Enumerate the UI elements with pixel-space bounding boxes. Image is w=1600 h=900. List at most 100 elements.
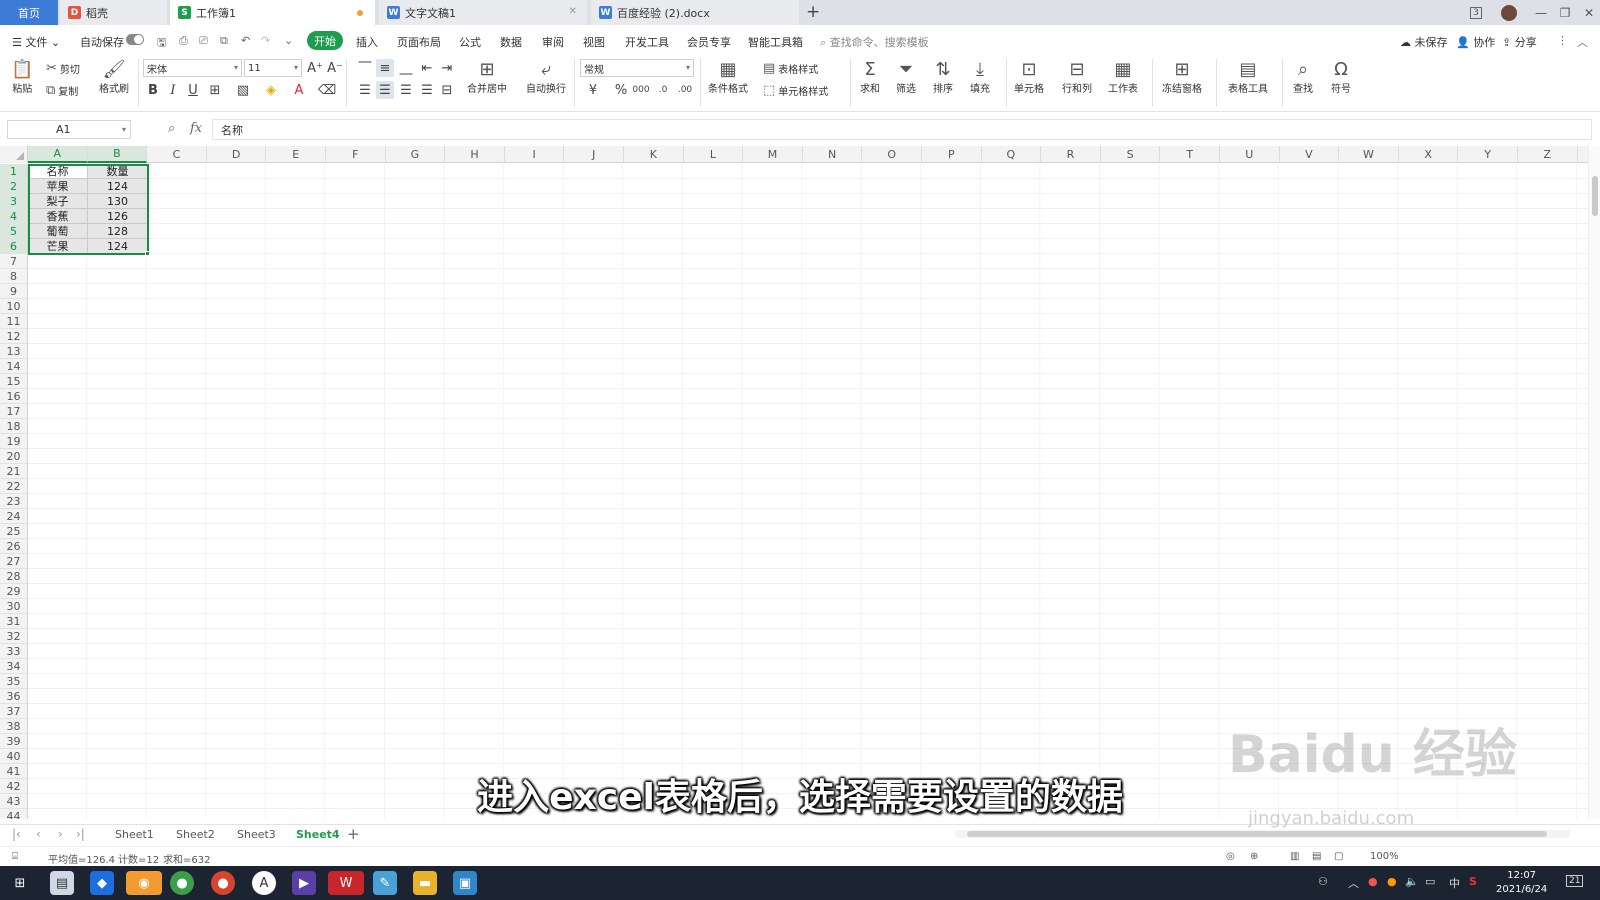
font-color-icon[interactable]: A: [290, 81, 308, 99]
menu-file[interactable]: ☰ 文件 ⌄: [12, 34, 60, 50]
column-header-i[interactable]: I: [505, 146, 565, 163]
scroll-thumb[interactable]: [1592, 176, 1598, 216]
column-header-t[interactable]: T: [1160, 146, 1220, 163]
column-header-e[interactable]: E: [266, 146, 326, 163]
row-header-6[interactable]: 6: [0, 239, 27, 254]
row-header-24[interactable]: 24: [0, 509, 27, 524]
menu-start[interactable]: 开始: [307, 31, 343, 50]
filter-button[interactable]: ⏷ 筛选: [896, 58, 916, 96]
row-header-28[interactable]: 28: [0, 569, 27, 584]
merge-center-button[interactable]: ⊞ 合并居中: [467, 58, 507, 96]
notification-center[interactable]: 21: [1566, 875, 1584, 887]
fill-handle[interactable]: [145, 251, 150, 256]
cell-b2[interactable]: 124: [88, 179, 148, 194]
cell-b3[interactable]: 130: [88, 194, 148, 209]
row-header-8[interactable]: 8: [0, 269, 27, 284]
column-header-o[interactable]: O: [862, 146, 922, 163]
chrome-icon[interactable]: ●: [170, 871, 194, 895]
row-header-11[interactable]: 11: [0, 314, 27, 329]
row-header-29[interactable]: 29: [0, 584, 27, 599]
notes-icon[interactable]: ✎: [373, 871, 397, 895]
cell-a3[interactable]: 梨子: [28, 194, 88, 209]
tab-workbook[interactable]: S 工作簿1: [170, 0, 375, 25]
paste-button[interactable]: 📋 粘贴: [11, 58, 33, 96]
menu-formula[interactable]: 公式: [459, 34, 481, 50]
align-middle-icon[interactable]: ≡: [376, 59, 394, 77]
restore-button[interactable]: ❐: [1552, 0, 1578, 25]
row-header-19[interactable]: 19: [0, 434, 27, 449]
row-header-38[interactable]: 38: [0, 719, 27, 734]
undo-icon[interactable]: ↶: [241, 34, 250, 47]
row-header-36[interactable]: 36: [0, 689, 27, 704]
row-header-5[interactable]: 5: [0, 224, 27, 239]
column-header-f[interactable]: F: [326, 146, 386, 163]
column-header-c[interactable]: C: [147, 146, 207, 163]
redo-icon[interactable]: ↷: [261, 34, 270, 47]
vertical-scrollbar[interactable]: [1588, 146, 1600, 819]
fill-button[interactable]: ⤓ 填充: [970, 58, 990, 96]
unsaved-button[interactable]: ☁ 未保存: [1400, 34, 1448, 50]
new-tab-button[interactable]: +: [806, 2, 820, 22]
sort-button[interactable]: ⇅ 排序: [933, 58, 953, 96]
tray-app2-icon[interactable]: ●: [1387, 875, 1397, 888]
zoom-level[interactable]: 100%: [1370, 851, 1399, 862]
column-header-w[interactable]: W: [1339, 146, 1399, 163]
menu-page-layout[interactable]: 页面布局: [397, 34, 441, 50]
copy-button[interactable]: ⧉ 复制: [46, 83, 78, 98]
tray-chevron-icon[interactable]: ︿: [1348, 875, 1359, 891]
cell-b1[interactable]: 数量: [88, 164, 148, 179]
row-header-10[interactable]: 10: [0, 299, 27, 314]
page-view-icon[interactable]: ▤: [1312, 851, 1321, 862]
row-header-7[interactable]: 7: [0, 254, 27, 269]
tab-doc1[interactable]: W 文字文稿1 ✕: [379, 0, 587, 25]
column-header-v[interactable]: V: [1280, 146, 1340, 163]
justify-icon[interactable]: ☰: [418, 81, 436, 99]
find-button[interactable]: ⌕ 查找: [1293, 58, 1313, 96]
row-header-16[interactable]: 16: [0, 389, 27, 404]
minimize-button[interactable]: —: [1528, 0, 1554, 25]
indent-decrease-icon[interactable]: ⇤: [418, 59, 436, 77]
auto-wrap-button[interactable]: ⤶ 自动换行: [526, 58, 566, 96]
bold-button[interactable]: B: [144, 81, 162, 99]
formula-input[interactable]: 名称: [212, 119, 1592, 140]
tab-daoke[interactable]: D 稻壳: [60, 0, 167, 25]
select-all-button[interactable]: [0, 146, 28, 163]
column-header-n[interactable]: N: [803, 146, 863, 163]
collab-button[interactable]: 👤 协作: [1456, 34, 1495, 50]
save-icon[interactable]: 🖫: [157, 34, 166, 53]
cell-button[interactable]: ⊡ 单元格: [1014, 58, 1044, 96]
row-header-17[interactable]: 17: [0, 404, 27, 419]
eye-protection-icon[interactable]: ◎: [1226, 851, 1235, 862]
sheet-tab-sheet3[interactable]: Sheet3: [237, 828, 276, 841]
row-header-14[interactable]: 14: [0, 359, 27, 374]
row-header-21[interactable]: 21: [0, 464, 27, 479]
row-header-9[interactable]: 9: [0, 284, 27, 299]
column-header-d[interactable]: D: [207, 146, 267, 163]
row-header-1[interactable]: 1: [0, 164, 27, 179]
column-header-k[interactable]: K: [624, 146, 684, 163]
normal-view-icon[interactable]: ▥: [1290, 851, 1299, 862]
row-header-20[interactable]: 20: [0, 449, 27, 464]
border-icon[interactable]: ⊞: [206, 81, 224, 99]
avatar[interactable]: [1496, 0, 1522, 25]
table-tools-button[interactable]: ▤ 表格工具: [1228, 58, 1268, 96]
notepad-icon[interactable]: ▤: [50, 871, 74, 895]
indent-increase-icon[interactable]: ⇥: [438, 59, 456, 77]
prev-sheet-icon[interactable]: ‹: [36, 827, 41, 841]
column-header-g[interactable]: G: [386, 146, 446, 163]
align-left-icon[interactable]: ☰: [356, 81, 374, 99]
chrome-alt-icon[interactable]: ●: [211, 871, 235, 895]
row-header-27[interactable]: 27: [0, 554, 27, 569]
column-header-y[interactable]: Y: [1458, 146, 1518, 163]
align-bottom-icon[interactable]: ⎽: [397, 59, 415, 77]
add-sheet-button[interactable]: +: [347, 825, 360, 843]
page-break-view-icon[interactable]: ▢: [1334, 851, 1343, 862]
cut-button[interactable]: ✂ 剪切: [46, 61, 80, 76]
menu-smart-toolbox[interactable]: 智能工具箱: [748, 34, 803, 50]
percent-icon[interactable]: %: [612, 81, 630, 99]
tray-app-icon[interactable]: ●: [1368, 875, 1378, 888]
column-header-b[interactable]: B: [87, 146, 148, 163]
row-header-37[interactable]: 37: [0, 704, 27, 719]
window-count-icon[interactable]: 3: [1463, 0, 1489, 25]
column-header-m[interactable]: M: [743, 146, 803, 163]
